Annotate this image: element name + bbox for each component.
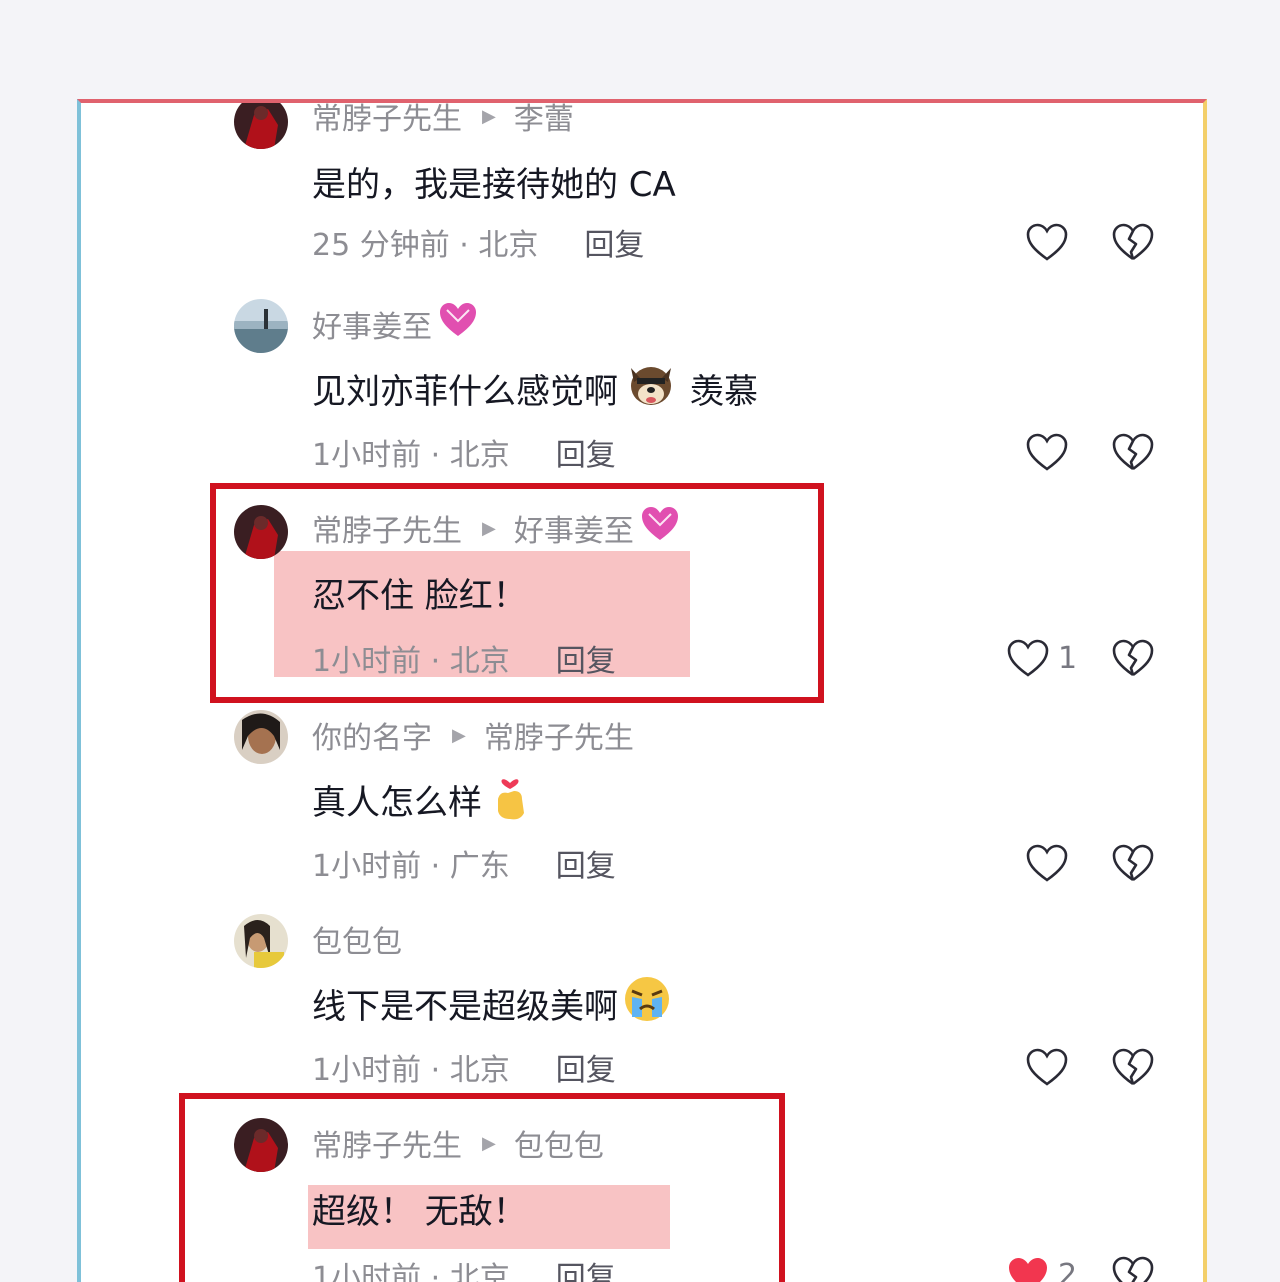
reply-button[interactable]: 回复 <box>556 430 616 474</box>
comment-text-content: 线下是不是超级美啊 <box>312 986 618 1027</box>
reply-arrow-icon: ▶ <box>452 724 466 746</box>
comment-text: 真人怎么样 <box>312 774 530 824</box>
like-count: 2 <box>1058 1257 1078 1282</box>
comment-item: 你的名字 ▶ 常脖子先生 真人怎么样 1小时前 · 广东 回复 <box>81 710 1203 910</box>
comment-author-line: 常脖子先生 ▶ 包包包 <box>312 1121 604 1165</box>
like-button[interactable] <box>1025 841 1105 885</box>
avatar[interactable] <box>234 710 288 764</box>
dislike-button[interactable] <box>1111 841 1161 885</box>
reply-to-name[interactable]: 李蕾 <box>514 103 574 138</box>
comment-author-line: 包包包 <box>312 917 402 961</box>
author-name[interactable]: 你的名字 <box>312 713 432 757</box>
comment-author-line: 常脖子先生 ▶ 李蕾 <box>312 103 574 138</box>
comment-text: 忍不住 脸红！ <box>312 567 527 617</box>
comment-meta: 1小时前 · 北京 回复 <box>312 430 616 474</box>
comment-item: 常脖子先生 ▶ 李蕾 是的，我是接待她的 CA 25 分钟前 · 北京 回复 <box>81 103 1203 299</box>
comment-text-content: 忍不住 脸红！ <box>312 575 527 616</box>
comment-text: 是的，我是接待她的 CA <box>312 156 676 206</box>
time-location: 25 分钟前 · 北京 <box>312 228 539 263</box>
dislike-button[interactable] <box>1111 1253 1161 1282</box>
reply-button[interactable]: 回复 <box>556 1253 616 1282</box>
comment-text-content: 是的，我是接待她的 CA <box>312 164 676 205</box>
heart-outline-icon <box>1026 223 1068 261</box>
pink-heart-icon <box>640 505 680 551</box>
avatar[interactable] <box>234 505 288 559</box>
heart-filled-icon <box>1009 1258 1047 1282</box>
comment-author-line: 你的名字 ▶ 常脖子先生 <box>312 713 634 757</box>
time-location: 1小时前 · 北京 <box>312 1053 510 1088</box>
like-button[interactable]: 1 <box>1006 636 1086 680</box>
reply-button[interactable]: 回复 <box>556 636 616 680</box>
reply-button[interactable]: 回复 <box>584 220 644 264</box>
like-count: 1 <box>1058 640 1078 676</box>
comment-meta: 1小时前 · 北京 回复 <box>312 1045 616 1089</box>
comment-author-line: 好事姜至 <box>312 301 478 347</box>
broken-heart-icon <box>1112 1256 1154 1282</box>
crying-face-icon <box>622 975 672 1032</box>
reply-to-name[interactable]: 常脖子先生 <box>484 713 634 757</box>
author-name[interactable]: 好事姜至 <box>312 302 432 346</box>
comment-item: 常脖子先生 ▶ 好事姜至 忍不住 脸红！ 1小时前 · 北京 回复 1 <box>81 505 1203 705</box>
avatar[interactable] <box>234 299 288 353</box>
comment-text-content: 真人怎么样 <box>312 782 482 823</box>
like-button[interactable] <box>1025 430 1105 474</box>
time-location: 1小时前 · 北京 <box>312 1261 510 1282</box>
author-name[interactable]: 常脖子先生 <box>312 103 462 138</box>
author-name[interactable]: 常脖子先生 <box>312 506 462 550</box>
dislike-button[interactable] <box>1111 1045 1161 1089</box>
heart-outline-icon <box>1026 844 1068 882</box>
heart-outline-icon <box>1026 433 1068 471</box>
dislike-button[interactable] <box>1111 430 1161 474</box>
time-location: 1小时前 · 广东 <box>312 849 510 884</box>
broken-heart-icon <box>1112 433 1154 471</box>
comment-list-panel: 常脖子先生 ▶ 李蕾 是的，我是接待她的 CA 25 分钟前 · 北京 回复 好… <box>77 99 1207 1282</box>
comment-item: 包包包 线下是不是超级美啊 1小时前 · 北京 回复 <box>81 914 1203 1114</box>
comment-text: 线下是不是超级美啊 <box>312 976 672 1028</box>
reply-arrow-icon: ▶ <box>482 517 496 539</box>
like-button[interactable] <box>1025 220 1105 264</box>
time-location: 1小时前 · 北京 <box>312 438 510 473</box>
like-button[interactable] <box>1025 1045 1105 1089</box>
reply-to-name[interactable]: 好事姜至 <box>514 506 634 550</box>
reply-to-name[interactable]: 包包包 <box>514 1121 604 1165</box>
avatar[interactable] <box>234 914 288 968</box>
dislike-button[interactable] <box>1111 636 1161 680</box>
comment-meta: 1小时前 · 北京 回复 <box>312 1253 616 1282</box>
dislike-button[interactable] <box>1111 220 1161 264</box>
broken-heart-icon <box>1112 223 1154 261</box>
reply-arrow-icon: ▶ <box>482 105 496 127</box>
reply-button[interactable]: 回复 <box>556 841 616 885</box>
comment-text-content: 见刘亦菲什么感觉啊 <box>312 371 618 412</box>
comment-meta: 25 分钟前 · 北京 回复 <box>312 220 644 264</box>
broken-heart-icon <box>1112 844 1154 882</box>
pink-heart-icon <box>438 301 478 347</box>
comment-meta: 1小时前 · 广东 回复 <box>312 841 616 885</box>
reply-arrow-icon: ▶ <box>482 1132 496 1154</box>
dog-face-icon <box>626 360 676 417</box>
comment-text: 见刘亦菲什么感觉啊 羡慕 <box>312 363 758 413</box>
comment-text-content: 超级！ 无敌！ <box>312 1191 527 1232</box>
avatar[interactable] <box>234 1118 288 1172</box>
like-button[interactable]: 2 <box>1006 1253 1086 1282</box>
avatar[interactable] <box>234 103 288 149</box>
broken-heart-icon <box>1112 1048 1154 1086</box>
author-name[interactable]: 常脖子先生 <box>312 1121 462 1165</box>
comment-item: 好事姜至 见刘亦菲什么感觉啊 羡慕 1小时前 · 北京 回复 <box>81 299 1203 499</box>
comment-text: 超级！ 无敌！ <box>312 1183 527 1233</box>
heart-outline-icon <box>1007 639 1049 677</box>
comment-meta: 1小时前 · 北京 回复 <box>312 636 616 680</box>
heart-outline-icon <box>1026 1048 1068 1086</box>
time-location: 1小时前 · 北京 <box>312 644 510 679</box>
reply-button[interactable]: 回复 <box>556 1045 616 1089</box>
comment-author-line: 常脖子先生 ▶ 好事姜至 <box>312 505 680 551</box>
comment-text-suffix: 羡慕 <box>690 371 758 412</box>
comment-item: 常脖子先生 ▶ 包包包 超级！ 无敌！ 1小时前 · 北京 回复 2 <box>81 1118 1203 1282</box>
broken-heart-icon <box>1112 639 1154 677</box>
author-name[interactable]: 包包包 <box>312 917 402 961</box>
finger-heart-icon <box>490 769 530 830</box>
